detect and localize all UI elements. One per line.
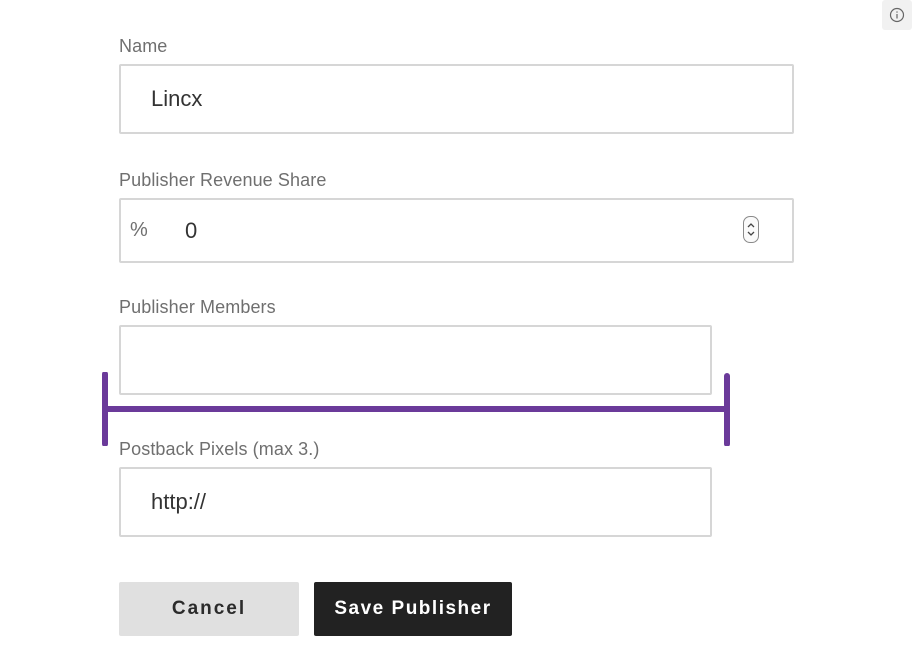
postback-field[interactable]: http://: [119, 467, 712, 537]
revenue-share-input-value[interactable]: 0: [185, 200, 197, 261]
members-label: Publisher Members: [119, 297, 276, 317]
name-field[interactable]: Lincx: [119, 64, 794, 134]
spinner-arrows-icon: [747, 223, 755, 236]
publisher-form-page: Name Lincx Publisher Revenue Share % 0 P…: [0, 0, 916, 668]
postback-input-value[interactable]: http://: [151, 469, 700, 535]
revenue-share-field[interactable]: % 0: [119, 198, 794, 263]
info-icon: [889, 7, 905, 23]
name-label: Name: [119, 36, 168, 56]
save-publisher-button[interactable]: Save Publisher: [314, 582, 512, 636]
revenue-share-label: Publisher Revenue Share: [119, 170, 327, 190]
bracket-annotation: [102, 372, 730, 446]
name-input-value[interactable]: Lincx: [151, 66, 782, 132]
number-spinner[interactable]: [743, 216, 759, 243]
postback-label: Postback Pixels (max 3.): [119, 439, 320, 459]
info-button[interactable]: [882, 0, 912, 30]
percent-prefix: %: [130, 219, 148, 241]
cancel-button[interactable]: Cancel: [119, 582, 299, 636]
